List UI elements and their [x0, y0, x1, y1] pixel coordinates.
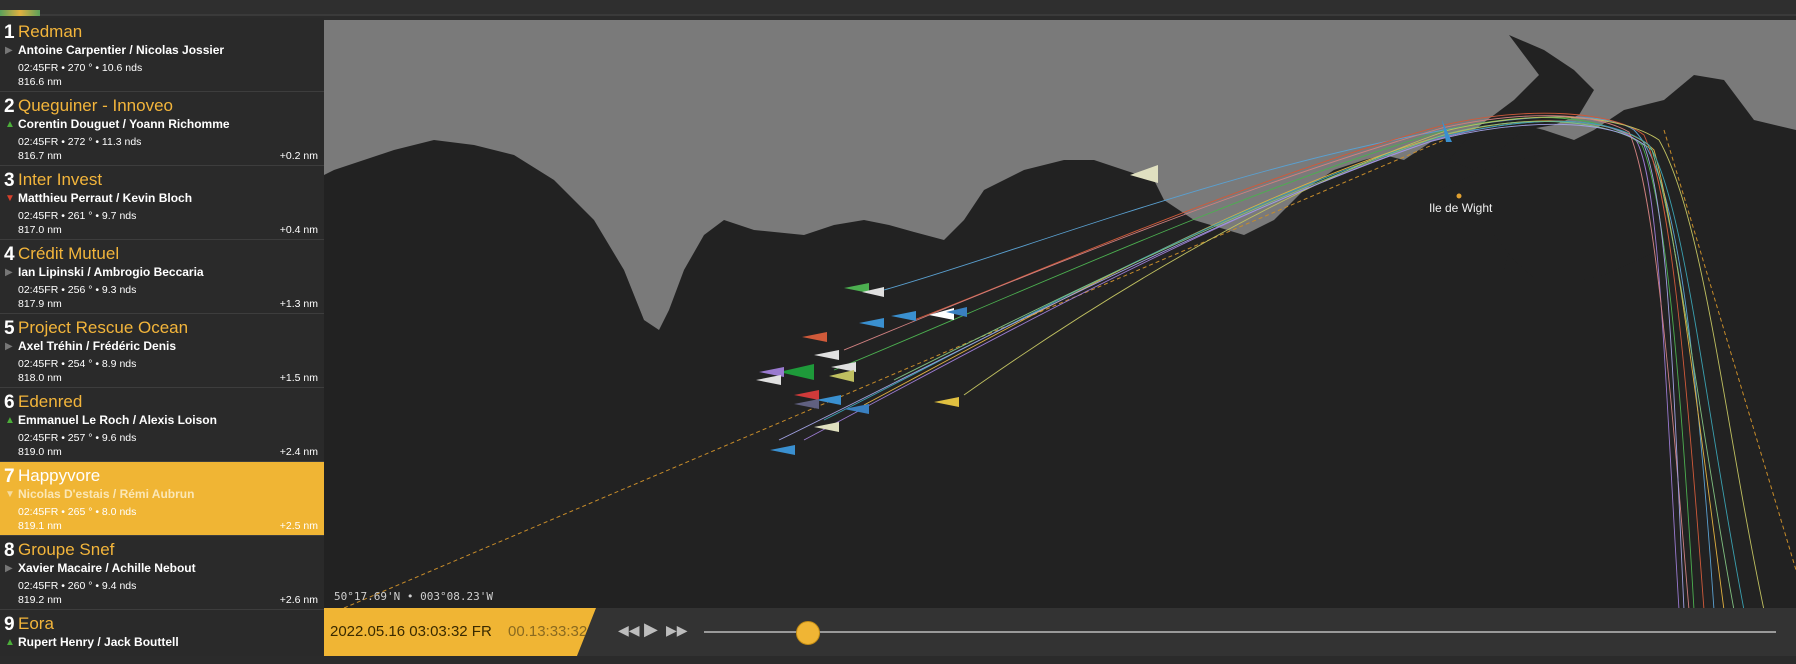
distance-to-finish: 816.7 nm — [18, 150, 62, 162]
skippers: Antoine Carpentier / Nicolas Jossier — [18, 43, 225, 57]
boat-marker[interactable] — [816, 395, 841, 405]
trend-up-icon: ▲ — [5, 119, 15, 130]
boat-marker[interactable] — [891, 311, 916, 321]
boat-name: Project Rescue Ocean — [18, 318, 189, 337]
rank: 9 — [4, 614, 15, 635]
boat-name: Inter Invest — [18, 170, 103, 189]
boat-marker[interactable] — [794, 390, 819, 400]
boat-name: Groupe Snef — [18, 540, 115, 559]
boat-marker[interactable] — [779, 364, 814, 380]
skippers: Corentin Douguet / Yoann Richomme — [18, 117, 230, 131]
distance-to-finish: 818.0 nm — [18, 372, 62, 384]
boat-name: Queguiner - Innoveo — [18, 96, 173, 115]
cursor-coordinates: 50°17.69'N • 003°08.23'W — [334, 590, 493, 603]
trend-icon: ▶ — [5, 563, 13, 574]
play-icon[interactable]: ▶ — [644, 619, 658, 640]
gap-to-leader: +2.5 nm — [279, 520, 318, 532]
island-marker-icon — [1456, 193, 1462, 199]
top-accent — [0, 10, 40, 16]
gap-to-leader: +1.5 nm — [279, 372, 318, 384]
timeline-track[interactable] — [704, 631, 1776, 633]
trend-down-icon: ▼ — [5, 489, 15, 500]
top-bar — [0, 0, 1796, 16]
leaderboard-row[interactable]: 4 Crédit Mutuel ▶ Ian Lipinski / Ambrogi… — [0, 240, 324, 314]
bottom-strip — [0, 656, 1796, 664]
map-canvas[interactable]: Ile de Wight — [324, 20, 1796, 608]
rank: 7 — [4, 466, 15, 487]
boat-name: Eora — [18, 614, 54, 633]
skippers: Matthieu Perraut / Kevin Bloch — [18, 191, 193, 205]
leaderboard-row[interactable]: 1 Redman ▶ Antoine Carpentier / Nicolas … — [0, 18, 324, 92]
boat-marker[interactable] — [802, 332, 827, 342]
boat-marker[interactable] — [770, 445, 795, 455]
rank: 5 — [4, 318, 15, 339]
skippers: Axel Tréhin / Frédéric Denis — [18, 339, 177, 353]
gap-to-leader: +0.2 nm — [279, 150, 318, 162]
gap-to-leader: +2.6 nm — [279, 594, 318, 606]
boat-meta: 02:45FR • 257 ° • 9.6 nds — [18, 432, 137, 444]
boat-meta: 02:45FR • 261 ° • 9.7 nds — [18, 210, 137, 222]
skippers: Emmanuel Le Roch / Alexis Loison — [18, 413, 217, 427]
leaderboard-row[interactable]: 2 Queguiner - Innoveo ▲ Corentin Douguet… — [0, 92, 324, 166]
forward-icon[interactable]: ▶▶ — [666, 622, 688, 639]
boat-meta: 02:45FR • 260 ° • 9.4 nds — [18, 580, 137, 592]
leaderboard: 1 Redman ▶ Antoine Carpentier / Nicolas … — [0, 18, 324, 664]
datetime-panel: 2022.05.16 03:03:32 FR 00.13:33:32 — [324, 608, 596, 656]
boat-meta: 02:45FR • 254 ° • 8.9 nds — [18, 358, 137, 370]
leaderboard-row[interactable]: 8 Groupe Snef ▶ Xavier Macaire / Achille… — [0, 536, 324, 610]
elapsed-time: 00.13:33:32 — [508, 623, 588, 640]
boat-marker[interactable] — [934, 397, 959, 407]
boat-name: Redman — [18, 22, 83, 41]
boat-marker[interactable] — [814, 422, 839, 432]
trend-down-icon: ▼ — [5, 193, 15, 204]
place-label: Ile de Wight — [1429, 201, 1493, 215]
boat-meta: 02:45FR • 256 ° • 9.3 nds — [18, 284, 137, 296]
distance-to-finish: 819.2 nm — [18, 594, 62, 606]
rank: 6 — [4, 392, 15, 413]
course-line — [1663, 129, 1796, 572]
gap-to-leader: +1.3 nm — [279, 298, 318, 310]
rank: 3 — [4, 170, 15, 191]
trend-up-icon: ▲ — [5, 637, 15, 648]
boat-marker[interactable] — [756, 375, 781, 385]
boat-marker[interactable] — [814, 350, 839, 360]
skippers: Xavier Macaire / Achille Nebout — [18, 561, 196, 575]
timeline-bar: 2022.05.16 03:03:32 FR 00.13:33:32 ◀◀ ▶ … — [324, 608, 1796, 656]
rank: 8 — [4, 540, 15, 561]
trend-up-icon: ▲ — [5, 415, 15, 426]
current-datetime: 2022.05.16 03:03:32 FR — [330, 623, 492, 640]
distance-to-finish: 819.0 nm — [18, 446, 62, 458]
race-map[interactable]: Ile de Wight — [324, 20, 1796, 608]
skippers: Nicolas D'estais / Rémi Aubrun — [18, 487, 195, 501]
rank: 1 — [4, 22, 15, 43]
skippers: Ian Lipinski / Ambrogio Beccaria — [18, 265, 204, 279]
gap-to-leader: +2.4 nm — [279, 446, 318, 458]
trend-icon: ▶ — [5, 45, 13, 56]
timeline-knob[interactable] — [796, 621, 820, 645]
boat-meta: 02:45FR • 265 ° • 8.0 nds — [18, 506, 137, 518]
distance-to-finish: 819.1 nm — [18, 520, 62, 532]
boat-meta: 02:45FR • 272 ° • 11.3 nds — [18, 136, 142, 148]
boat-marker[interactable] — [859, 318, 884, 328]
rank: 2 — [4, 96, 15, 117]
trend-icon: ▶ — [5, 341, 13, 352]
leaderboard-row[interactable]: 5 Project Rescue Ocean ▶ Axel Tréhin / F… — [0, 314, 324, 388]
leaderboard-row-selected[interactable]: 7 Happyvore ▼ Nicolas D'estais / Rémi Au… — [0, 462, 324, 536]
skippers: Rupert Henry / Jack Bouttell — [18, 635, 179, 649]
gap-to-leader: +0.4 nm — [279, 224, 318, 236]
boat-meta: 02:45FR • 270 ° • 10.6 nds — [18, 62, 143, 74]
leaderboard-row[interactable]: 3 Inter Invest ▼ Matthieu Perraut / Kevi… — [0, 166, 324, 240]
distance-to-finish: 816.6 nm — [18, 76, 62, 88]
boat-name: Crédit Mutuel — [18, 244, 120, 263]
boat-name: Edenred — [18, 392, 83, 411]
leaderboard-row[interactable]: 6 Edenred ▲ Emmanuel Le Roch / Alexis Lo… — [0, 388, 324, 462]
boat-marker[interactable] — [829, 370, 854, 382]
trend-icon: ▶ — [5, 267, 13, 278]
boat-name: Happyvore — [18, 466, 101, 485]
rewind-icon[interactable]: ◀◀ — [618, 622, 640, 639]
distance-to-finish: 817.9 nm — [18, 298, 62, 310]
distance-to-finish: 817.0 nm — [18, 224, 62, 236]
rank: 4 — [4, 244, 15, 265]
boat-marker[interactable] — [794, 399, 819, 409]
